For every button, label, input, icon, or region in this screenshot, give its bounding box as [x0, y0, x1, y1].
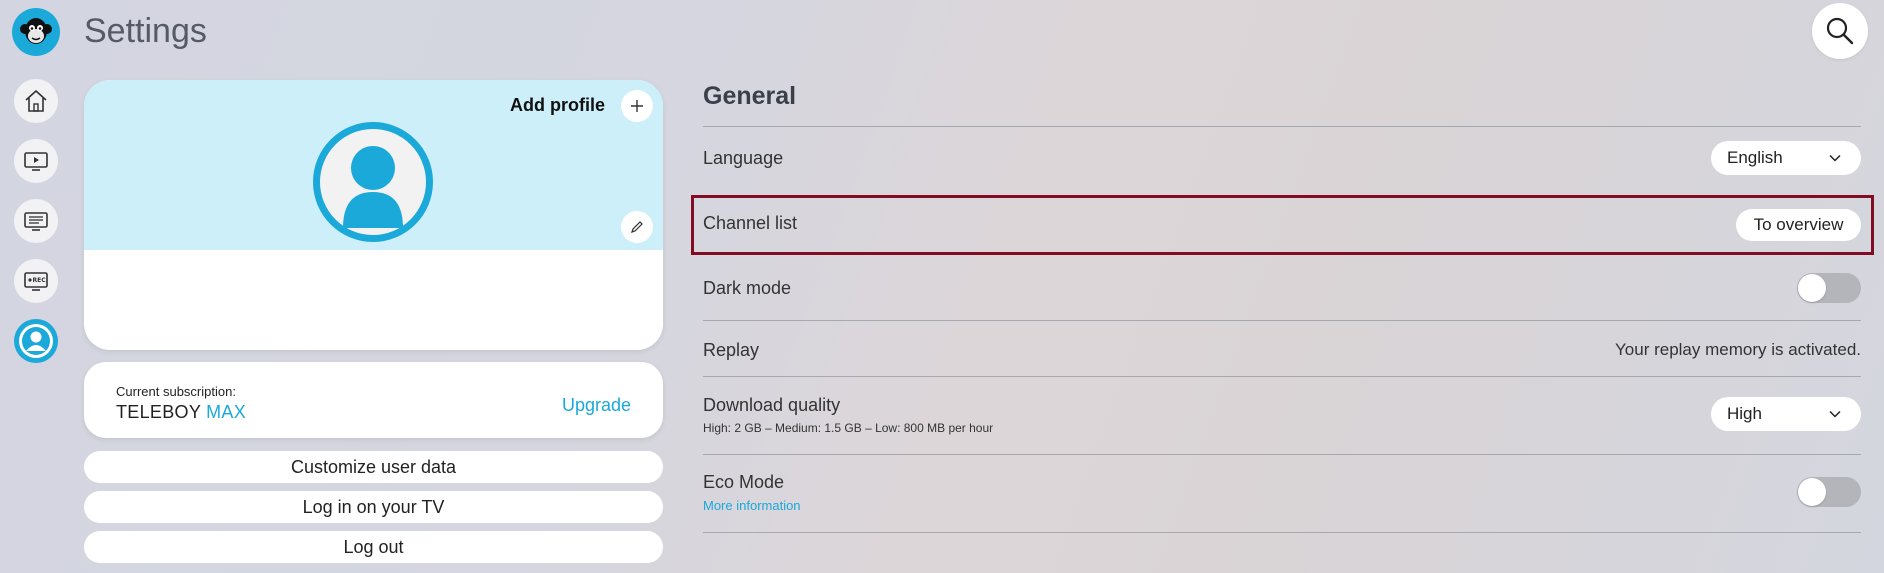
divider [703, 376, 1861, 377]
chevron-down-icon [1829, 154, 1841, 162]
plus-icon [631, 100, 643, 112]
teleboy-monkey-logo[interactable] [12, 8, 60, 56]
search-icon [1826, 17, 1854, 45]
page-title: Settings [84, 12, 207, 50]
download-quality-value: High [1727, 404, 1762, 423]
toggle-knob [1798, 274, 1826, 302]
svg-text:REC: REC [33, 277, 47, 284]
download-quality-select[interactable]: High [1711, 397, 1861, 431]
dark-mode-toggle[interactable] [1797, 273, 1861, 303]
divider [703, 532, 1861, 533]
divider [703, 126, 1861, 127]
download-quality-description: High: 2 GB – Medium: 1.5 GB – Low: 800 M… [703, 421, 994, 435]
divider [703, 320, 1861, 321]
customize-user-data-button[interactable]: Customize user data [84, 451, 663, 483]
tv-play-icon [24, 152, 48, 171]
search-button[interactable] [1812, 3, 1868, 59]
download-quality-label: Download quality [703, 395, 841, 415]
tv-guide-icon [24, 212, 48, 231]
replay-label: Replay [703, 340, 760, 360]
user-avatar-icon [19, 324, 53, 358]
tv-login-button[interactable]: Log in on your TV [84, 491, 663, 523]
chevron-down-icon [1829, 410, 1841, 418]
sidebar-item-recordings[interactable]: REC [14, 259, 58, 303]
pencil-icon [631, 221, 643, 233]
eco-mode-more-info-link[interactable]: More information [703, 498, 801, 513]
language-select[interactable]: English [1711, 141, 1861, 175]
profile-card-header: Add profile [84, 80, 663, 250]
sidebar-item-tv[interactable] [14, 139, 58, 183]
sidebar-item-profile[interactable] [14, 319, 58, 363]
language-value: English [1727, 148, 1783, 167]
add-profile-label: Add profile [510, 95, 605, 115]
plan-base: TELEBOY [116, 402, 201, 422]
dark-mode-label: Dark mode [703, 278, 792, 298]
channel-list-highlight [691, 195, 1874, 255]
add-profile-button[interactable] [621, 90, 653, 122]
section-title-general: General [703, 82, 797, 110]
subscription-card: Current subscription: TELEBOY MAX Upgrad… [84, 362, 663, 438]
eco-mode-toggle[interactable] [1797, 477, 1861, 507]
sidebar-item-guide[interactable] [14, 199, 58, 243]
language-label: Language [703, 148, 784, 168]
plan-tier: MAX [206, 402, 247, 422]
subscription-plan: TELEBOY MAX [116, 402, 246, 423]
tv-rec-icon: REC [24, 272, 48, 291]
eco-mode-label: Eco Mode [703, 472, 785, 492]
subscription-label: Current subscription: [116, 384, 236, 399]
channel-list-label: Channel list [703, 213, 798, 233]
replay-status: Your replay memory is activated. [1615, 340, 1861, 359]
user-avatar-icon [320, 129, 426, 235]
sidebar-item-home[interactable] [14, 79, 58, 123]
channel-list-overview-button[interactable]: To overview [1736, 209, 1861, 241]
divider [703, 454, 1861, 455]
edit-profile-button[interactable] [621, 211, 653, 243]
profile-avatar[interactable] [313, 122, 433, 242]
home-icon [25, 90, 47, 112]
toggle-knob [1798, 478, 1826, 506]
upgrade-link[interactable]: Upgrade [562, 395, 631, 416]
logout-button[interactable]: Log out [84, 531, 663, 563]
profile-card: Add profile [84, 80, 663, 350]
